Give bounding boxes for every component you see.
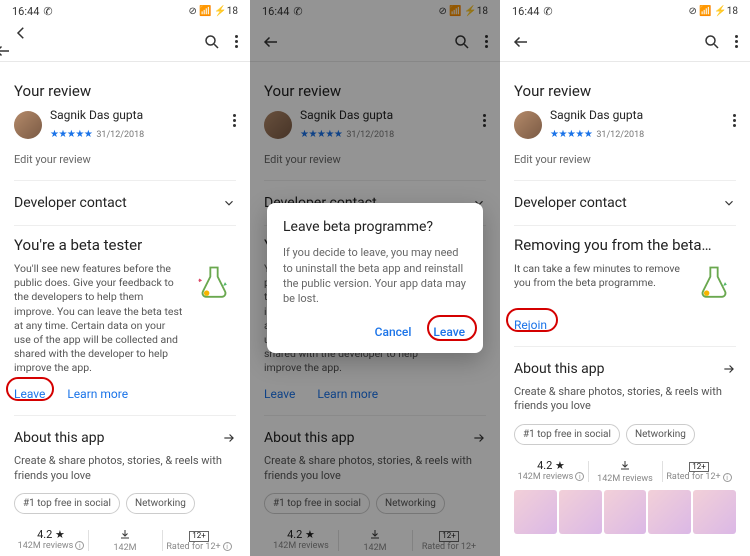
developer-contact-row[interactable]: Developer contact — [14, 187, 236, 219]
download-icon — [119, 528, 131, 540]
screenshot-thumbnail[interactable] — [648, 490, 691, 534]
whatsapp-icon: ✆ — [43, 5, 52, 18]
about-app-title: About this app — [14, 430, 104, 446]
search-icon[interactable] — [703, 33, 721, 51]
app-bar — [0, 22, 250, 62]
leave-beta-button[interactable]: Leave — [14, 385, 45, 403]
dialog-cancel-button[interactable]: Cancel — [373, 321, 414, 343]
status-time: 16:44 — [12, 5, 39, 18]
review-date: 31/12/2018 — [96, 130, 144, 140]
review-more-icon[interactable] — [733, 114, 736, 127]
info-icon: i — [223, 542, 232, 551]
age-badge: 12+ — [189, 531, 209, 542]
more-options-icon[interactable] — [735, 35, 738, 48]
removing-beta-title: Removing you from the beta… — [514, 236, 736, 254]
rejoin-beta-button[interactable]: Rejoin — [514, 316, 547, 334]
rating-stars: ★★★★★ — [50, 129, 92, 140]
your-review-title: Your review — [14, 82, 236, 100]
dialog-body: If you decide to leave, you may need to … — [283, 245, 467, 307]
arrow-right-icon — [722, 362, 736, 376]
developer-contact-row[interactable]: Developer contact — [514, 187, 736, 219]
about-desc: Create & share photos, stories, & reels … — [14, 454, 236, 483]
removing-beta-body: It can take a few minutes to remove you … — [514, 262, 684, 306]
status-icons: ⊘ 📶 ⚡18 — [189, 6, 238, 17]
info-icon: i — [75, 541, 84, 550]
learn-more-button[interactable]: Learn more — [67, 385, 128, 403]
back-button[interactable] — [512, 33, 530, 51]
screenshot-thumbnail[interactable] — [514, 490, 557, 534]
screenshot-gallery[interactable] — [514, 490, 736, 534]
beta-flask-icon — [692, 262, 736, 306]
reviewer-name: Sagnik Das gupta — [50, 108, 144, 122]
app-bar — [500, 22, 750, 62]
stats-row: 4.2 ★142M reviewsi 142M 12+Rated for 12+… — [14, 526, 236, 555]
stat-rating: 4.2 ★ — [14, 528, 88, 541]
screenshot-thumbnail[interactable] — [693, 490, 736, 534]
about-app-row[interactable]: About this app — [14, 422, 236, 454]
status-bar: 16:44✆ ⊘ 📶 ⚡18 — [500, 0, 750, 22]
status-bar: 16:44 ✆ ⊘ 📶 ⚡18 — [0, 0, 250, 22]
arrow-right-icon — [222, 431, 236, 445]
chevron-down-icon — [222, 196, 236, 210]
edit-review-link[interactable]: Edit your review — [14, 153, 236, 166]
about-app-row[interactable]: About this app — [514, 353, 736, 385]
screenshot-thumbnail[interactable] — [604, 490, 647, 534]
chip-networking[interactable]: Networking — [126, 493, 195, 514]
beta-body: You'll see new features before the publi… — [14, 262, 184, 375]
screen-1-beta-tester: 16:44 ✆ ⊘ 📶 ⚡18 Your review Sagnik Das gu… — [0, 0, 250, 556]
stat-reviews: 142M reviews — [18, 541, 74, 551]
chip-top-free[interactable]: #1 top free in social — [14, 493, 120, 514]
screen-2-leave-dialog: 16:44✆ ⊘ 📶 ⚡18 Your review Sagnik Das gu… — [250, 0, 500, 556]
dialog-leave-button[interactable]: Leave — [431, 321, 467, 343]
search-icon[interactable] — [203, 33, 221, 51]
screenshot-thumbnail[interactable] — [559, 490, 602, 534]
beta-title: You're a beta tester — [14, 236, 236, 254]
age-label: Rated for 12+ — [166, 542, 220, 552]
leave-beta-dialog: Leave beta programme? If you decide to l… — [267, 203, 483, 353]
beta-flask-icon — [192, 262, 236, 306]
dialog-scrim[interactable]: Leave beta programme? If you decide to l… — [250, 0, 500, 556]
more-options-icon[interactable] — [235, 35, 238, 48]
dialog-title: Leave beta programme? — [283, 219, 467, 235]
screen-3-removing-beta: 16:44✆ ⊘ 📶 ⚡18 Your review Sagnik Das gu… — [500, 0, 750, 556]
avatar — [14, 111, 42, 139]
avatar — [514, 111, 542, 139]
developer-contact-label: Developer contact — [14, 195, 127, 211]
back-button[interactable] — [12, 24, 30, 60]
review-more-icon[interactable] — [233, 114, 236, 127]
stat-downloads: 142M — [113, 543, 136, 553]
